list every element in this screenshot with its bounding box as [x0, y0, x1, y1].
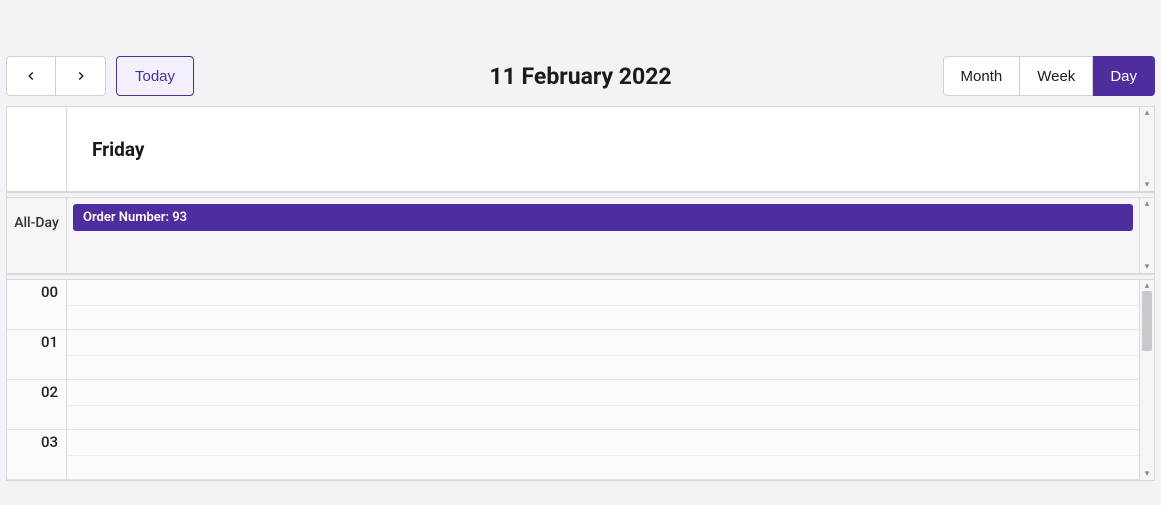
hour-label: 00 [7, 280, 67, 330]
time-gutter-header [7, 107, 67, 191]
scroll-down-icon: ▾ [1140, 262, 1154, 272]
hour-cell[interactable] [67, 380, 1139, 430]
next-button[interactable] [56, 56, 106, 96]
day-header-row: Friday ▴ ▾ [7, 107, 1154, 192]
calendar-toolbar: Today 11 February 2022 Month Week Day [6, 56, 1155, 106]
hour-row: 02 [7, 380, 1139, 430]
scroll-down-icon: ▾ [1140, 469, 1154, 479]
allday-row: All-Day Order Number: 93 ▴ ▾ [7, 198, 1154, 274]
time-scrollbar[interactable]: ▴ ▾ [1139, 280, 1154, 480]
scroll-up-icon: ▴ [1140, 108, 1154, 118]
view-month-button[interactable]: Month [943, 56, 1021, 96]
hour-row: 01 [7, 330, 1139, 380]
time-grid: 00 01 02 03 [7, 280, 1139, 480]
scroll-up-icon: ▴ [1140, 281, 1154, 291]
hour-label: 02 [7, 380, 67, 430]
time-grid-wrapper: 00 01 02 03 ▴ ▾ [7, 280, 1154, 480]
page-title: 11 February 2022 [489, 63, 671, 90]
day-name-header: Friday [67, 107, 1139, 191]
view-week-button[interactable]: Week [1020, 56, 1093, 96]
hour-row: 03 [7, 430, 1139, 480]
scrollbar-stub[interactable]: ▴ ▾ [1139, 198, 1154, 273]
view-button-group: Month Week Day [943, 56, 1155, 96]
hour-row: 00 [7, 280, 1139, 330]
hour-cell[interactable] [67, 430, 1139, 480]
scroll-down-icon: ▾ [1140, 180, 1154, 190]
nav-button-group [6, 56, 106, 96]
today-button[interactable]: Today [116, 56, 194, 96]
hour-cell[interactable] [67, 330, 1139, 380]
chevron-left-icon [24, 69, 38, 83]
allday-content[interactable]: Order Number: 93 [67, 198, 1139, 273]
chevron-right-icon [74, 69, 88, 83]
prev-button[interactable] [6, 56, 56, 96]
allday-event[interactable]: Order Number: 93 [73, 204, 1133, 231]
scroll-up-icon: ▴ [1140, 199, 1154, 209]
hour-label: 01 [7, 330, 67, 380]
scrollbar-stub[interactable]: ▴ ▾ [1139, 107, 1154, 191]
view-day-button[interactable]: Day [1093, 56, 1155, 96]
hour-label: 03 [7, 430, 67, 480]
allday-label: All-Day [7, 198, 67, 273]
scroll-thumb[interactable] [1142, 291, 1152, 351]
toolbar-left: Today [6, 56, 194, 96]
calendar-container: Friday ▴ ▾ All-Day Order Number: 93 ▴ ▾ … [6, 106, 1155, 481]
hour-cell[interactable] [67, 280, 1139, 330]
